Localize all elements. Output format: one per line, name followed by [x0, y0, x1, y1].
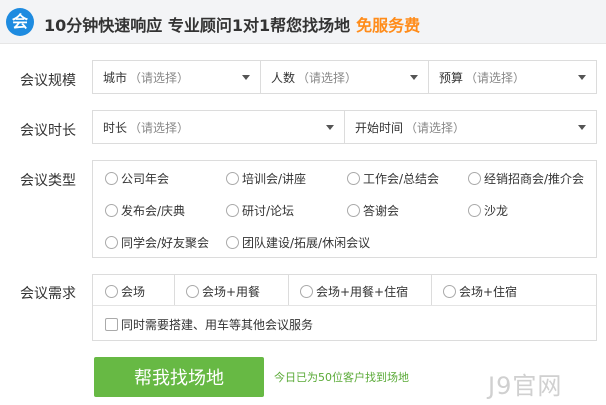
type-option-training[interactable]: 培训会/讲座 — [226, 170, 306, 187]
start-time-select[interactable]: 开始时间 （请选择） — [345, 111, 596, 143]
type-option-work[interactable]: 工作会/总结会 — [347, 170, 439, 187]
type-option-label: 团队建设/拓展/休闲会议 — [242, 236, 371, 250]
needs-option-venue[interactable]: 会场 — [105, 283, 145, 300]
type-option-label: 公司年会 — [121, 172, 170, 186]
type-option-label: 答谢会 — [363, 204, 400, 218]
radio-icon — [226, 236, 239, 249]
type-option-salon[interactable]: 沙龙 — [468, 202, 508, 219]
divider — [288, 275, 289, 305]
budget-select[interactable]: 预算 （请选择） — [429, 61, 596, 93]
start-time-select-label: 开始时间 — [355, 120, 404, 135]
type-option-label: 同学会/好友聚会 — [121, 236, 210, 250]
type-option-label: 培训会/讲座 — [242, 172, 307, 186]
radio-icon — [443, 285, 456, 298]
type-option-annual[interactable]: 公司年会 — [105, 170, 169, 187]
today-count-text: 今日已为50位客户找到场地 — [274, 371, 409, 384]
extra-services-label: 同时需要搭建、用车等其他会议服务 — [121, 318, 314, 332]
type-option-label: 经销招商会/推介会 — [484, 172, 585, 186]
divider — [174, 275, 175, 305]
type-option-dealer[interactable]: 经销招商会/推介会 — [468, 170, 584, 187]
radio-icon — [468, 172, 481, 185]
people-select-label: 人数 — [271, 70, 296, 85]
type-option-reunion[interactable]: 同学会/好友聚会 — [105, 234, 209, 251]
watermark: J9官网 — [488, 372, 563, 400]
row-label-duration: 会议时长 — [20, 123, 76, 139]
needs-option-label: 会场+住宿 — [459, 285, 518, 299]
city-select-hint: （请选择） — [129, 70, 190, 85]
needs-option-label: 会场 — [121, 285, 146, 299]
banner-title: 10分钟快速响应 专业顾问1对1帮您找场地 免服务费 — [44, 12, 420, 36]
chevron-down-icon — [326, 125, 334, 130]
radio-icon — [300, 285, 313, 298]
extra-services-checkbox[interactable]: 同时需要搭建、用车等其他会议服务 — [105, 316, 313, 333]
row-label-scale: 会议规模 — [20, 73, 76, 89]
checkbox-icon — [105, 318, 118, 331]
chevron-down-icon — [578, 125, 586, 130]
needs-option-venue-meal[interactable]: 会场+用餐 — [186, 283, 260, 300]
divider — [93, 305, 596, 306]
type-option-label: 沙龙 — [484, 204, 509, 218]
type-option-label: 工作会/总结会 — [363, 172, 440, 186]
radio-icon — [105, 204, 118, 217]
city-select[interactable]: 城市 （请选择） — [93, 61, 261, 93]
people-select[interactable]: 人数 （请选择） — [261, 61, 429, 93]
start-time-select-hint: （请选择） — [405, 120, 466, 135]
chevron-down-icon — [410, 75, 418, 80]
radio-icon — [347, 172, 360, 185]
type-options-box: 公司年会 培训会/讲座 工作会/总结会 经销招商会/推介会 发布会/庆典 研讨/… — [92, 160, 597, 258]
chevron-down-icon — [578, 75, 586, 80]
row-label-type: 会议类型 — [20, 173, 76, 189]
radio-icon — [105, 172, 118, 185]
chevron-down-icon — [242, 75, 250, 80]
city-select-label: 城市 — [103, 70, 128, 85]
needs-options-box: 会场 会场+用餐 会场+用餐+住宿 会场+住宿 同时需要搭建、用车等其他会议服务 — [92, 274, 597, 341]
logo-icon: 会 — [6, 8, 34, 36]
people-select-hint: （请选择） — [297, 70, 358, 85]
radio-icon — [186, 285, 199, 298]
needs-option-venue-lodging[interactable]: 会场+住宿 — [443, 283, 517, 300]
type-option-launch[interactable]: 发布会/庆典 — [105, 202, 185, 219]
banner-title-text: 10分钟快速响应 专业顾问1对1帮您找场地 — [44, 16, 351, 35]
budget-select-label: 预算 — [439, 70, 464, 85]
radio-icon — [105, 236, 118, 249]
duration-select-group: 时长 （请选择） 开始时间 （请选择） — [92, 110, 597, 144]
needs-option-label: 会场+用餐 — [202, 285, 261, 299]
duration-select-label: 时长 — [103, 120, 128, 135]
header-banner: 会 10分钟快速响应 专业顾问1对1帮您找场地 免服务费 — [0, 0, 606, 44]
radio-icon — [347, 204, 360, 217]
duration-select-hint: （请选择） — [129, 120, 190, 135]
type-option-label: 研讨/论坛 — [242, 204, 295, 218]
needs-option-venue-meal-lodging[interactable]: 会场+用餐+住宿 — [300, 283, 408, 300]
type-option-team-building[interactable]: 团队建设/拓展/休闲会议 — [226, 234, 370, 251]
radio-icon — [226, 172, 239, 185]
radio-icon — [468, 204, 481, 217]
row-label-needs: 会议需求 — [20, 286, 76, 302]
duration-select[interactable]: 时长 （请选择） — [93, 111, 345, 143]
budget-select-hint: （请选择） — [465, 70, 526, 85]
divider — [431, 275, 432, 305]
find-venue-button[interactable]: 帮我找场地 — [94, 357, 264, 397]
type-option-forum[interactable]: 研讨/论坛 — [226, 202, 294, 219]
free-service-badge: 免服务费 — [356, 16, 421, 35]
scale-select-group: 城市 （请选择） 人数 （请选择） 预算 （请选择） — [92, 60, 597, 94]
type-option-label: 发布会/庆典 — [121, 204, 186, 218]
type-option-thanks[interactable]: 答谢会 — [347, 202, 399, 219]
needs-option-label: 会场+用餐+住宿 — [316, 285, 409, 299]
radio-icon — [105, 285, 118, 298]
radio-icon — [226, 204, 239, 217]
